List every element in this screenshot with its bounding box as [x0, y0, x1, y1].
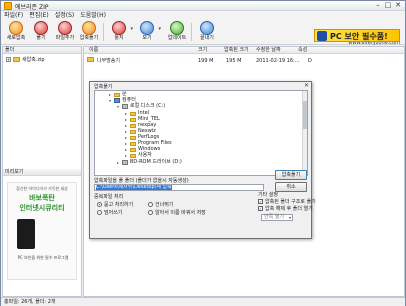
radio-ask[interactable]: 묻고 처리하기 [97, 201, 133, 208]
tree-root-item[interactable]: + 새압축.zip [6, 56, 45, 63]
column-size[interactable]: 크기 [198, 47, 207, 54]
preview-header: 미리보기 [3, 169, 81, 176]
tools-icon [112, 21, 126, 35]
side-ad-line4: PC 보안을 위한 필수 프로그램 [17, 255, 69, 260]
side-ad-line3: 인터넷시큐리티 [19, 204, 65, 212]
tools-button[interactable]: 툴지 ▾ [107, 21, 133, 44]
app-icon [4, 2, 12, 10]
toolbar-separator [191, 23, 192, 41]
tree-node[interactable]: ▾ 로컬 디스크 (C:) [117, 103, 165, 110]
ad-banner[interactable]: PC 보안 필수품! [314, 29, 400, 42]
tree-root-label: 새압축.zip [22, 57, 45, 63]
minimize-button[interactable]: – [373, 1, 383, 10]
add-files-label: 파일추가 [55, 35, 75, 41]
extract-dialog: 압축풀기 ✕ ▸ 문 ▾ 컴퓨터 ▾ 로컬 디스크 (C:) ▸ Intel ▸ Mini… [89, 81, 316, 239]
ad-banner-text: PC 보안 필수품! [330, 32, 388, 41]
view-icon [140, 21, 154, 35]
chevron-down-icon[interactable]: ▾ [130, 26, 133, 32]
window-title: 에브리존 ZIP [15, 4, 49, 11]
menu-bar: 파일(F) 편집(E) 설정(S) 도움말(H) [1, 11, 405, 20]
table-row[interactable]: 나무방송기 199 M 195 M 2011-02-19 16:... D [84, 57, 404, 65]
target-folder-label: 압축파일을 풀 폴더 (폴더가 없을시 자동생성) [94, 178, 189, 184]
title-bar: 에브리존 ZIP – □ ✕ [1, 1, 405, 11]
status-bar: 총파일: 26개, 폴더: 2개 [1, 297, 405, 306]
toolbar-separator [103, 23, 104, 41]
open-button[interactable]: 풀기 [29, 21, 53, 44]
chevron-down-icon[interactable]: ▾ [158, 26, 161, 32]
extract-label: 압축풀기 [79, 35, 99, 41]
keep-structure-checkbox[interactable]: ✓ 압축된 폴더 구조로 풀기 [258, 198, 316, 205]
extract-ok-button[interactable]: 압축풀기 [275, 170, 307, 180]
menu-settings[interactable]: 설정(S) [55, 11, 75, 20]
tools-label: 툴지 [114, 35, 124, 41]
new-archive-label: 새로압축 [6, 35, 26, 41]
file-date: 2011-02-19 16:... [256, 58, 300, 64]
folder-pane-header: 폴더 [3, 47, 81, 54]
side-ad-line1: 참신한 아이디어가 가득한 세상 [16, 186, 68, 191]
scroll-thumb[interactable] [303, 101, 307, 129]
extract-button[interactable]: 압축풀기 [77, 21, 101, 44]
folder-icon [87, 57, 96, 65]
exit-icon [200, 21, 214, 35]
menu-help[interactable]: 도움말(H) [80, 11, 106, 20]
column-packed[interactable]: 압축된 크기 [224, 47, 249, 54]
file-size: 199 M [198, 58, 214, 64]
add-files-button[interactable]: 파일추가 [53, 21, 77, 44]
new-archive-button[interactable]: 새로압축 [4, 21, 28, 44]
folder-pane: 폴더 + 새압축.zip 미리보기 참신한 아이디어가 가득한 세상 바보폭탄 … [2, 46, 82, 297]
file-attr: D [308, 58, 312, 64]
side-ad-line2: 바보폭탄 [29, 194, 55, 202]
etc-settings-label: 기타 설정 [258, 192, 278, 198]
maximize-button[interactable]: □ [383, 1, 393, 10]
file-name: 나무방송기 [97, 58, 121, 64]
close-button[interactable]: ✕ [393, 1, 403, 10]
update-label: 업데이트 [167, 35, 187, 41]
target-path-input[interactable]: C:\Users\세차밖\Desktop\새 압축 [94, 184, 264, 191]
column-attr[interactable]: 속성 [298, 47, 307, 54]
tree-node[interactable]: ▸ BD-ROM 드라이브 (D:) [117, 159, 182, 166]
menu-edit[interactable]: 편집(E) [29, 11, 49, 20]
column-date[interactable]: 수정한 날짜 [256, 47, 281, 54]
cancel-button[interactable]: 취소 [275, 182, 307, 192]
exit-label: 끝내기 [200, 35, 214, 41]
radio-overwrite[interactable]: 덮어쓰기 [97, 209, 122, 216]
radio-rename[interactable]: 알아서 이름 바꿔서 저장 [148, 209, 206, 216]
dialog-title: 압축풀기 [94, 84, 113, 90]
tree-scrollbar[interactable] [302, 91, 307, 175]
side-ad[interactable]: 참신한 아이디어가 가득한 세상 바보폭탄 인터넷시큐리티 PC 보안을 위한 … [7, 182, 77, 280]
open-icon [34, 21, 48, 35]
duplicate-label: 중복파일 처리 [94, 194, 124, 200]
shield-icon [317, 31, 327, 41]
dialog-close-icon[interactable]: ✕ [304, 82, 309, 89]
disc-icon [122, 160, 128, 165]
app-window: 에브리존 ZIP – □ ✕ 파일(F) 편집(E) 설정(S) 도움말(H) … [0, 0, 406, 306]
exit-button[interactable]: 끝내기 [195, 21, 219, 44]
tree-node[interactable]: ▸ 사용자 [125, 152, 152, 159]
view-label: 보기 [142, 35, 152, 41]
new-archive-icon [9, 21, 23, 35]
menu-file[interactable]: 파일(F) [4, 11, 23, 20]
disk-icon [122, 104, 128, 109]
update-button[interactable]: 업데이트 [165, 21, 189, 44]
open-label: 풀기 [36, 35, 46, 41]
update-icon [170, 21, 184, 35]
add-files-icon [58, 21, 72, 35]
zip-icon [13, 57, 20, 62]
column-name[interactable]: 이름 [89, 47, 98, 54]
window-controls: – □ ✕ [373, 1, 403, 10]
target-path-value: C:\Users\세차밖\Desktop\새 압축 [96, 184, 172, 190]
phone-image [17, 219, 35, 249]
expand-icon[interactable]: + [6, 57, 11, 62]
column-headers: 이름 크기 압축된 크기 수정한 날짜 속성 [84, 47, 404, 54]
folder-tree: ▸ 문 ▾ 컴퓨터 ▾ 로컬 디스크 (C:) ▸ Intel ▸ Mini_TEL ▸ n… [94, 90, 308, 176]
open-folder-checkbox[interactable]: ✓ 압축 해제 후 폴더 열기 [258, 205, 313, 212]
open-mode-select[interactable]: 안쪽 열기 ▾ [261, 214, 293, 221]
file-packed: 195 M [226, 58, 242, 64]
radio-skip[interactable]: 건너뛰기 [148, 201, 173, 208]
open-mode-value: 안쪽 열기 [264, 214, 284, 220]
chevron-down-icon: ▾ [288, 215, 291, 220]
extract-icon [82, 21, 96, 35]
view-button[interactable]: 보기 ▾ [135, 21, 161, 44]
